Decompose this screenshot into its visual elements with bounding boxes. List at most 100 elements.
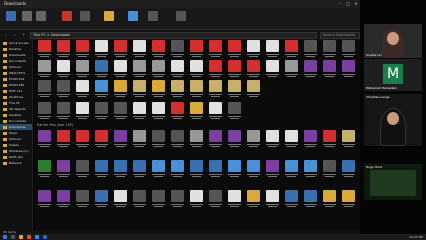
file-item[interactable] (36, 160, 52, 179)
participant-tile[interactable]: M Mohamed Hamedani (364, 59, 422, 91)
file-item[interactable] (74, 130, 90, 149)
file-item[interactable] (188, 40, 204, 59)
file-item[interactable] (93, 40, 109, 59)
pin-icon[interactable] (6, 11, 16, 21)
file-item[interactable] (55, 190, 71, 209)
file-item[interactable] (74, 40, 90, 59)
new-folder-icon[interactable] (104, 11, 114, 21)
file-item[interactable] (150, 130, 166, 149)
file-item[interactable] (188, 190, 204, 209)
file-item[interactable] (321, 130, 337, 149)
file-item[interactable] (207, 80, 223, 99)
file-item[interactable] (226, 130, 242, 149)
file-item[interactable] (74, 60, 90, 79)
search-icon[interactable] (11, 235, 15, 239)
file-item[interactable] (245, 130, 261, 149)
file-item[interactable] (74, 80, 90, 99)
file-item[interactable] (93, 190, 109, 209)
file-item[interactable] (169, 130, 185, 149)
file-item[interactable] (340, 130, 356, 149)
file-item[interactable] (188, 80, 204, 99)
file-item[interactable] (36, 102, 52, 121)
file-item[interactable] (131, 190, 147, 209)
file-item[interactable] (283, 60, 299, 79)
file-item[interactable] (93, 102, 109, 121)
file-item[interactable] (226, 160, 242, 179)
file-item[interactable] (226, 40, 242, 59)
file-item[interactable] (340, 190, 356, 209)
file-item[interactable] (283, 130, 299, 149)
word-icon[interactable] (43, 235, 47, 239)
forward-icon[interactable]: › (12, 32, 18, 38)
file-item[interactable] (36, 80, 52, 99)
file-item[interactable] (188, 102, 204, 121)
file-item[interactable] (55, 130, 71, 149)
file-item[interactable] (36, 130, 52, 149)
file-item[interactable] (93, 60, 109, 79)
file-item[interactable] (112, 102, 128, 121)
file-item[interactable] (131, 160, 147, 179)
file-item[interactable] (321, 190, 337, 209)
file-item[interactable] (150, 160, 166, 179)
file-item[interactable] (112, 190, 128, 209)
minimize-icon[interactable]: – (336, 0, 344, 8)
file-item[interactable] (207, 102, 223, 121)
file-item[interactable] (283, 40, 299, 59)
file-item[interactable] (321, 60, 337, 79)
file-item[interactable] (245, 160, 261, 179)
file-item[interactable] (150, 190, 166, 209)
file-item[interactable] (55, 102, 71, 121)
maximize-icon[interactable]: □ (344, 0, 352, 8)
file-item[interactable] (302, 160, 318, 179)
file-item[interactable] (74, 102, 90, 121)
participant-tile[interactable]: Hugo Hunt (364, 164, 422, 200)
file-item[interactable] (264, 190, 280, 209)
file-item[interactable] (169, 40, 185, 59)
close-icon[interactable]: × (352, 0, 360, 8)
file-item[interactable] (283, 160, 299, 179)
file-item[interactable] (302, 130, 318, 149)
file-item[interactable] (188, 130, 204, 149)
file-item[interactable] (55, 40, 71, 59)
file-explorer-icon[interactable] (19, 235, 23, 239)
file-item[interactable] (131, 102, 147, 121)
file-item[interactable] (150, 102, 166, 121)
up-icon[interactable]: ↑ (21, 32, 27, 38)
back-icon[interactable]: ‹ (3, 32, 9, 38)
browser-icon[interactable] (27, 235, 31, 239)
file-item[interactable] (169, 160, 185, 179)
file-item[interactable] (93, 160, 109, 179)
file-item[interactable] (112, 40, 128, 59)
file-item[interactable] (112, 60, 128, 79)
file-item[interactable] (207, 40, 223, 59)
sidebar-item[interactable]: Network (0, 160, 32, 166)
file-item[interactable] (36, 190, 52, 209)
file-item[interactable] (74, 190, 90, 209)
file-item[interactable] (226, 102, 242, 121)
file-item[interactable] (188, 160, 204, 179)
file-item[interactable] (131, 130, 147, 149)
file-item[interactable] (150, 80, 166, 99)
file-item[interactable] (169, 102, 185, 121)
file-item[interactable] (321, 160, 337, 179)
file-item[interactable] (93, 80, 109, 99)
file-item[interactable] (283, 190, 299, 209)
file-item[interactable] (36, 60, 52, 79)
file-item[interactable] (264, 40, 280, 59)
file-item[interactable] (150, 40, 166, 59)
file-item[interactable] (226, 190, 242, 209)
file-item[interactable] (207, 60, 223, 79)
file-item[interactable] (207, 130, 223, 149)
file-item[interactable] (245, 190, 261, 209)
file-item[interactable] (340, 160, 356, 179)
file-item[interactable] (302, 40, 318, 59)
file-item[interactable] (169, 190, 185, 209)
file-item[interactable] (131, 60, 147, 79)
file-item[interactable] (74, 160, 90, 179)
file-item[interactable] (264, 160, 280, 179)
file-item[interactable] (340, 60, 356, 79)
delete-icon[interactable] (62, 11, 72, 21)
file-item[interactable] (112, 80, 128, 99)
copy-icon[interactable] (22, 11, 32, 21)
search-input[interactable]: Search Downloads (320, 31, 360, 39)
